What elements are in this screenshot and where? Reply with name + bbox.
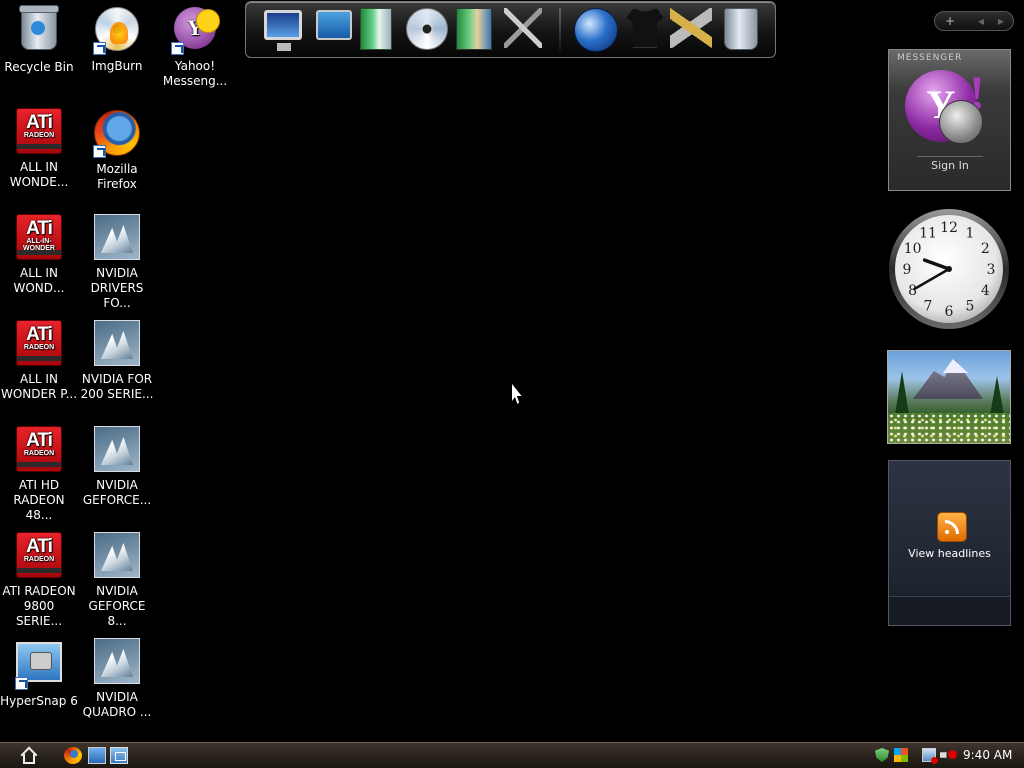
desktop-icon-all-in-wonder-1[interactable]: ATi RADEON ALL IN WONDE... bbox=[0, 108, 78, 190]
ati-radeon-icon: ATi RADEON bbox=[16, 108, 62, 154]
clock-numeral: 3 bbox=[987, 262, 996, 278]
launcher-dock bbox=[245, 1, 776, 58]
desktop-icon-label: ATI RADEON 9800 SERIE... bbox=[2, 584, 76, 628]
photo-album-icon[interactable] bbox=[456, 8, 492, 50]
clock-numeral: 11 bbox=[919, 226, 937, 242]
nvidia-installer-icon bbox=[94, 320, 140, 366]
nvidia-installer-icon bbox=[94, 532, 140, 578]
tools-icon[interactable] bbox=[504, 8, 542, 48]
clock-numeral: 7 bbox=[924, 298, 933, 314]
clock-numeral: 4 bbox=[981, 283, 990, 299]
volume-muted-icon bbox=[948, 750, 957, 759]
desktop-icon-label: ALL IN WONDER P... bbox=[0, 372, 78, 401]
mouse-cursor-icon bbox=[512, 384, 522, 404]
desktop-icon-label: NVIDIA FOR 200 SERIE... bbox=[80, 372, 154, 401]
firefox-icon[interactable] bbox=[64, 747, 82, 764]
desktop-icon-label: Mozilla Firefox bbox=[96, 162, 138, 191]
desktop-icon-label: Recycle Bin bbox=[4, 60, 74, 74]
previous-page-button[interactable]: ◂ bbox=[971, 12, 991, 30]
taskbar: 9:40 AM bbox=[0, 742, 1024, 768]
tshirt-icon[interactable] bbox=[626, 8, 664, 48]
sidebar-controls: + ◂ ▸ bbox=[934, 11, 1014, 31]
messenger-gadget: MESSENGER Y ! Sign In bbox=[888, 49, 1011, 191]
photo-mountain bbox=[913, 359, 983, 399]
clock-numeral: 6 bbox=[945, 304, 954, 320]
desktop-icon-nvidia-geforce-8[interactable]: NVIDIA GEFORCE 8... bbox=[78, 532, 156, 629]
desktop-icon-all-in-wonder-2[interactable]: ATi ALL-IN-WONDER ALL IN WOND... bbox=[0, 214, 78, 296]
user-avatar-icon bbox=[939, 100, 983, 144]
disc-icon[interactable] bbox=[406, 8, 448, 50]
shortcut-arrow-icon bbox=[93, 42, 106, 55]
desktop-icon-label: ImgBurn bbox=[91, 59, 143, 73]
add-gadget-button[interactable]: + bbox=[939, 12, 961, 30]
dock-separator bbox=[559, 8, 561, 52]
nvidia-installer-icon bbox=[94, 426, 140, 472]
feed-headlines-gadget: View headlines bbox=[888, 460, 1011, 626]
clock-numeral: 2 bbox=[981, 241, 990, 257]
feed-footer bbox=[889, 596, 1010, 625]
desktop-icon-ati-hd-radeon[interactable]: ATi RADEON ATI HD RADEON 48... bbox=[0, 426, 78, 523]
desktop-icon-label: ALL IN WOND... bbox=[13, 266, 65, 295]
shortcut-arrow-icon bbox=[93, 145, 106, 158]
desktop-icon-label: NVIDIA GEFORCE 8... bbox=[88, 584, 146, 628]
ati-radeon-icon: ATi RADEON bbox=[16, 426, 62, 472]
clock-numeral: 10 bbox=[904, 241, 922, 257]
desktop-icon-nvidia-drivers[interactable]: NVIDIA DRIVERS FO... bbox=[78, 214, 156, 311]
desktop-icon-mozilla-firefox[interactable]: Mozilla Firefox bbox=[78, 108, 156, 192]
clock-gadget: 12 1 2 3 4 5 6 7 8 9 10 11 bbox=[888, 208, 1011, 331]
clock-numeral: 12 bbox=[940, 220, 958, 236]
desktop-icon-label: NVIDIA QUADRO ... bbox=[82, 690, 152, 719]
desktop-icon-label: NVIDIA GEFORCE... bbox=[82, 478, 152, 507]
desktop-icon-label: ALL IN WONDE... bbox=[9, 160, 69, 189]
analog-clock: 12 12 3 45678 9 1011 bbox=[889, 209, 1009, 329]
start-home-button[interactable] bbox=[20, 746, 40, 766]
security-shield-icon[interactable] bbox=[875, 748, 889, 762]
windows-flag-icon[interactable] bbox=[894, 748, 908, 762]
desktop-icon-label: ATI HD RADEON 48... bbox=[13, 478, 65, 522]
next-page-button[interactable]: ▸ bbox=[991, 12, 1011, 30]
hypersnap-camera-icon bbox=[16, 642, 62, 682]
desktop-icon-all-in-wonder-3[interactable]: ATi RADEON ALL IN WONDER P... bbox=[0, 320, 78, 402]
ati-radeon-icon: ATi RADEON bbox=[16, 320, 62, 366]
gadget-title: MESSENGER bbox=[897, 53, 963, 63]
show-desktop-icon[interactable] bbox=[88, 747, 106, 764]
nvidia-installer-icon bbox=[94, 214, 140, 260]
hammer-icon[interactable] bbox=[670, 8, 712, 48]
desktop-icon-imgburn[interactable]: ImgBurn bbox=[78, 4, 156, 74]
desktop-icon-label: HyperSnap 6 bbox=[0, 694, 78, 708]
slideshow-gadget[interactable] bbox=[887, 350, 1011, 444]
photo-meadow bbox=[888, 413, 1010, 443]
trash-icon[interactable] bbox=[724, 8, 758, 50]
desktop-icon-nvidia-geforce[interactable]: NVIDIA GEFORCE... bbox=[78, 426, 156, 508]
taskbar-clock[interactable]: 9:40 AM bbox=[963, 748, 1012, 762]
rss-feed-icon bbox=[937, 512, 967, 542]
nvidia-installer-icon bbox=[94, 638, 140, 684]
clock-numeral: 9 bbox=[903, 262, 912, 278]
book-icon[interactable] bbox=[360, 8, 392, 50]
clock-numeral: 5 bbox=[966, 298, 975, 314]
clock-numeral: 1 bbox=[966, 226, 975, 242]
desktop-icon-recycle-bin[interactable]: Recycle Bin bbox=[0, 4, 78, 75]
switch-windows-icon[interactable] bbox=[110, 747, 128, 764]
globe-icon[interactable] bbox=[574, 8, 618, 52]
desktop-icon-ati-radeon-9800[interactable]: ATi RADEON ATI RADEON 9800 SERIE... bbox=[0, 532, 78, 629]
network-icon[interactable] bbox=[922, 748, 938, 764]
desktop-icon-yahoo-messenger[interactable]: Y Yahoo! Messeng... bbox=[156, 4, 234, 89]
desktop-icon-label: NVIDIA DRIVERS FO... bbox=[90, 266, 144, 310]
laptop-icon[interactable] bbox=[316, 10, 352, 40]
desktop-icon-nvidia-quadro[interactable]: NVIDIA QUADRO ... bbox=[78, 638, 156, 720]
ati-all-in-wonder-icon: ATi ALL-IN-WONDER bbox=[16, 214, 62, 260]
desktop-icon-nvidia-200-series[interactable]: NVIDIA FOR 200 SERIE... bbox=[78, 320, 156, 402]
shortcut-arrow-icon bbox=[15, 677, 28, 690]
shortcut-arrow-icon bbox=[171, 42, 184, 55]
sign-in-button[interactable]: Sign In bbox=[917, 156, 983, 175]
monitor-icon[interactable] bbox=[264, 10, 302, 51]
recycle-bin-icon bbox=[19, 5, 59, 50]
desktop-icon-hypersnap[interactable]: HyperSnap 6 bbox=[0, 638, 78, 709]
clock-pivot bbox=[946, 266, 952, 272]
view-headlines-link[interactable]: View headlines bbox=[889, 547, 1010, 560]
desktop-icon-label: Yahoo! Messeng... bbox=[162, 59, 228, 88]
ati-radeon-icon: ATi RADEON bbox=[16, 532, 62, 578]
clock-numeral: 8 bbox=[908, 283, 917, 299]
